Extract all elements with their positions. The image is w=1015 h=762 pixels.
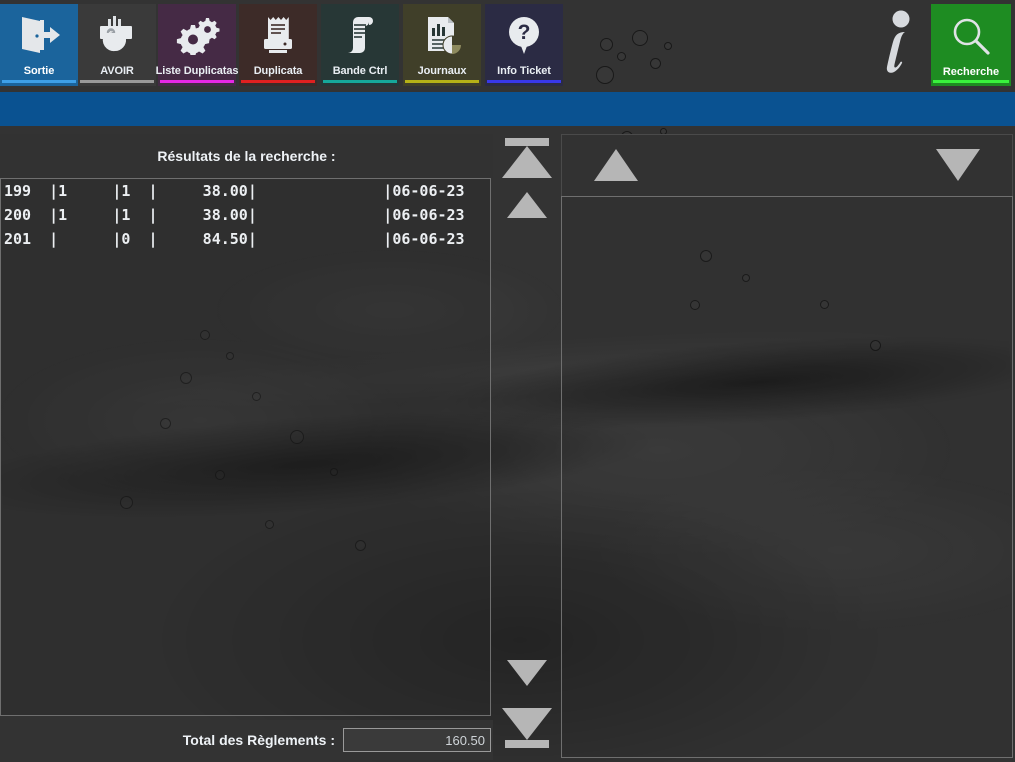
- page-up-button[interactable]: [496, 138, 558, 178]
- exit-door-icon: [0, 4, 78, 65]
- toolbar-button-label: Duplicata: [253, 65, 303, 77]
- italic-info-i-icon: [886, 10, 910, 73]
- search-button[interactable]: Recherche: [931, 4, 1011, 86]
- report-chart-icon: [403, 4, 481, 65]
- application-window: Sortie € AVOIR: [0, 0, 1015, 762]
- question-bubble-icon: ?: [485, 4, 563, 65]
- gears-icon: [158, 4, 236, 65]
- toolbar-button-accent: [80, 80, 154, 83]
- page-up-arrow-icon: [502, 146, 552, 178]
- line-up-button[interactable]: [496, 192, 558, 218]
- toolbar-button-accent: [160, 80, 234, 83]
- toolbar-button-accent: [241, 80, 315, 83]
- results-title: Résultats de la recherche :: [0, 134, 493, 178]
- toolbar-button-accent: [405, 80, 479, 83]
- table-row[interactable]: 199 |1 |1 | 38.00| |06-06-23: [1, 179, 490, 203]
- page-down-button[interactable]: [496, 708, 558, 748]
- line-down-arrow-icon: [507, 660, 547, 686]
- magnifier-icon: [947, 13, 995, 66]
- toolbar-button-avoir[interactable]: € AVOIR: [78, 4, 156, 86]
- line-up-arrow-icon: [507, 192, 547, 218]
- table-row[interactable]: 200 |1 |1 | 38.00| |06-06-23: [1, 203, 490, 227]
- totals-bar: Total des Règlements : 160.50: [0, 720, 493, 760]
- toolbar-button-info-ticket[interactable]: ? Info Ticket: [485, 4, 563, 86]
- toolbar-button-label: Liste Duplicatas: [155, 65, 239, 77]
- toolbar-button-label: Info Ticket: [497, 65, 551, 77]
- detail-panel-body[interactable]: [561, 196, 1013, 758]
- detail-panel-header: [561, 134, 1013, 196]
- page-up-bar-icon: [505, 138, 549, 146]
- toolbar-button-liste-duplicatas[interactable]: Liste Duplicatas: [155, 4, 239, 86]
- search-button-label: Recherche: [942, 66, 1000, 78]
- results-list[interactable]: 199 |1 |1 | 38.00| |06-06-23 200 |1 |1 |…: [0, 178, 491, 716]
- toolbar-button-label: Sortie: [23, 65, 55, 77]
- hand-euro-banknote-icon: €: [78, 4, 156, 65]
- toolbar-button-accent: [323, 80, 397, 83]
- toolbar-button-accent: [487, 80, 561, 83]
- receipt-printer-icon: [239, 4, 317, 65]
- totals-label: Total des Règlements :: [182, 732, 335, 748]
- toolbar-button-label: AVOIR: [100, 65, 134, 77]
- line-down-button[interactable]: [496, 660, 558, 686]
- scroll-document-icon: [321, 4, 399, 65]
- toolbar-button-accent: [2, 80, 76, 83]
- scroll-arrow-strip: [496, 130, 558, 762]
- search-button-accent: [933, 80, 1009, 83]
- status-band: [0, 92, 1015, 126]
- toolbar-button-duplicata[interactable]: Duplicata: [239, 4, 317, 86]
- detail-panel: [561, 134, 1013, 758]
- detail-down-arrow-icon[interactable]: [936, 149, 980, 181]
- results-panel: Résultats de la recherche : 199 |1 |1 | …: [0, 134, 493, 762]
- detail-up-arrow-icon[interactable]: [594, 149, 638, 181]
- page-down-bar-icon: [505, 740, 549, 748]
- info-indicator[interactable]: [869, 2, 927, 86]
- main-toolbar: Sortie € AVOIR: [0, 0, 1015, 86]
- totals-value: 160.50: [343, 728, 491, 752]
- toolbar-button-label: Bande Ctrl: [332, 65, 388, 77]
- toolbar-button-bande-ctrl[interactable]: Bande Ctrl: [321, 4, 399, 86]
- toolbar-button-sortie[interactable]: Sortie: [0, 4, 78, 86]
- toolbar-button-label: Journaux: [417, 65, 467, 77]
- table-row[interactable]: 201 | |0 | 84.50| |06-06-23: [1, 227, 490, 251]
- page-down-arrow-icon: [502, 708, 552, 740]
- svg-text:?: ?: [518, 21, 531, 44]
- toolbar-button-journaux[interactable]: Journaux: [403, 4, 481, 86]
